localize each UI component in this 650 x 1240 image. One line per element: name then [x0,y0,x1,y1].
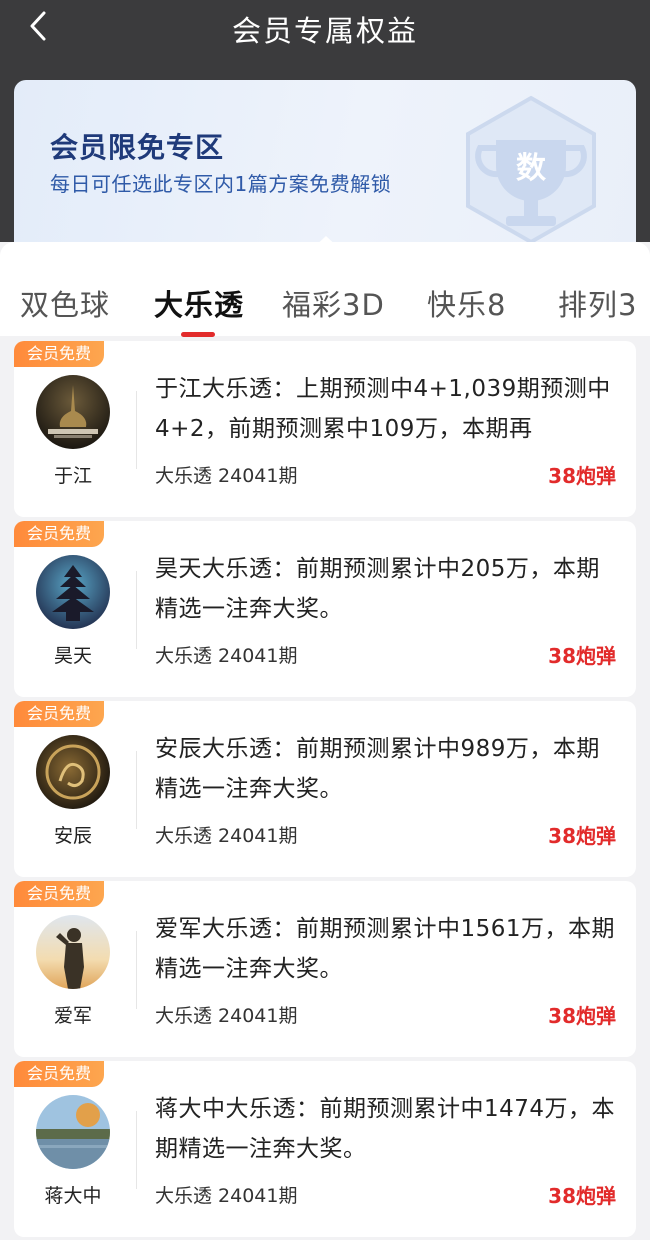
author-name: 爱军 [53,1005,92,1027]
plan-card[interactable]: 会员免费 蒋大中 蒋大中大乐透：前期预测累计中1474万，本期精选一注奔大奖。 … [14,1061,636,1237]
avatar-image-lake-landscape [36,1095,110,1169]
divider [136,1111,137,1189]
active-tab-indicator [181,332,215,337]
plan-description: 安辰大乐透：前期预测累计中989万，本期精选一注奔大奖。 [155,736,600,802]
plan-price: 38炮弹 [548,1184,616,1208]
author-name: 于江 [53,465,92,487]
avatar-image-soldier-silhouette [36,915,110,989]
tab-daletou[interactable]: 大乐透 [154,282,244,324]
avatar [36,735,110,809]
author-name: 安辰 [53,825,92,847]
banner-pointer [313,236,339,248]
member-free-badge: 会员免费 [14,521,104,547]
plan-issue: 大乐透 24041期 [155,1005,298,1027]
tab-fucai3d[interactable]: 福彩3D [282,282,385,324]
member-free-banner: 会员限免专区 每日可任选此专区内1篇方案免费解锁 数 [14,80,636,248]
trophy-char: 数 [516,151,547,186]
plan-description: 昊天大乐透：前期预测累计中205万，本期精选一注奔大奖。 [155,556,600,622]
lottery-tabs: 双色球 大乐透 福彩3D 快乐8 排列3 [0,242,650,337]
plan-price: 38炮弹 [548,464,616,488]
avatar [36,375,110,449]
plan-issue: 大乐透 24041期 [155,1185,298,1207]
tab-pailie3[interactable]: 排列3 [558,282,637,324]
avatar [36,555,110,629]
author-name: 昊天 [53,645,92,667]
avatar-image-vessel [36,375,110,449]
plan-card[interactable]: 会员免费 昊天 昊天大乐透：前期预测累计中205万，本期精选一注奔大奖。 大乐透… [14,521,636,697]
banner-subtitle: 每日可任选此专区内1篇方案免费解锁 [50,172,392,196]
plan-card[interactable]: 会员免费 于江 于江大乐透：上期预测中4+1,039期预测中4+2，前期预测累中… [14,341,636,517]
divider [136,571,137,649]
plan-issue: 大乐透 24041期 [155,645,298,667]
trophy-icon: 数 [466,95,596,245]
plan-card[interactable]: 会员免费 爱军 爱军大乐透：前期预测累计中1561万，本期精选一注奔大奖。 大乐… [14,881,636,1057]
plan-price: 38炮弹 [548,824,616,848]
plan-price: 38炮弹 [548,644,616,668]
plan-price: 38炮弹 [548,1004,616,1028]
page-title: 会员专属权益 [231,14,418,48]
tab-shuangseqiu[interactable]: 双色球 [20,282,110,324]
member-free-badge: 会员免费 [14,1061,104,1087]
plan-issue: 大乐透 24041期 [155,825,298,847]
member-free-badge: 会员免费 [14,701,104,727]
banner-title: 会员限免专区 [50,131,225,164]
avatar [36,915,110,989]
divider [136,931,137,1009]
avatar-image-pagoda [36,555,110,629]
divider [136,751,137,829]
tab-kuaile8[interactable]: 快乐8 [427,282,506,324]
plan-card[interactable]: 会员免费 安辰 安辰大乐透：前期预测累计中989万，本期精选一注奔大奖。 大乐透… [14,701,636,877]
author-name: 蒋大中 [44,1185,102,1207]
plan-description: 蒋大中大乐透：前期预测累计中1474万，本期精选一注奔大奖。 [155,1096,616,1162]
member-free-badge: 会员免费 [14,881,104,907]
avatar-image-dragon-coin [36,735,110,809]
plan-description: 爱军大乐透：前期预测累计中1561万，本期精选一注奔大奖。 [155,916,616,982]
plan-description: 于江大乐透：上期预测中4+1,039期预测中4+2，前期预测累中109万，本期再 [155,376,611,442]
member-free-badge: 会员免费 [14,341,104,367]
plan-issue: 大乐透 24041期 [155,465,298,487]
avatar [36,1095,110,1169]
divider [136,391,137,469]
